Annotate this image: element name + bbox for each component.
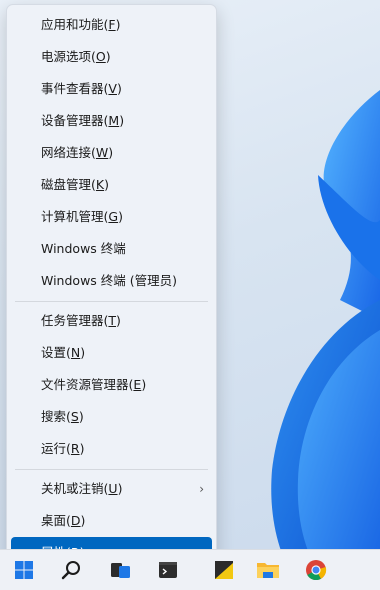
menu-item-accesskey: E xyxy=(133,377,142,392)
menu-item-accesskey: K xyxy=(95,177,105,192)
task-view-icon[interactable] xyxy=(100,550,140,590)
menu-item-label: 文件资源管理器 xyxy=(41,377,129,392)
menu-item-windows-terminal-admin[interactable]: Windows 终端 (管理员) xyxy=(11,265,212,297)
menu-item-event-viewer[interactable]: 事件查看器(V) xyxy=(11,73,212,105)
menu-item-run[interactable]: 运行(R) xyxy=(11,433,212,465)
menu-item-accesskey: N xyxy=(70,345,81,360)
menu-item-accesskey: G xyxy=(108,209,119,224)
menu-item-accesskey: M xyxy=(108,113,120,128)
menu-item-label: Windows 终端 (管理员) xyxy=(41,273,177,288)
menu-item-accesskey: S xyxy=(70,409,79,424)
chrome-icon[interactable] xyxy=(296,550,336,590)
menu-item-shutdown-signout[interactable]: 关机或注销(U) › xyxy=(11,473,212,505)
menu-item-accesskey: W xyxy=(95,145,109,160)
menu-item-label: Windows 终端 xyxy=(41,241,126,256)
menu-item-label: 运行 xyxy=(41,441,67,456)
menu-item-search[interactable]: 搜索(S) xyxy=(11,401,212,433)
menu-item-label: 关机或注销 xyxy=(41,481,104,496)
menu-item-label: 网络连接 xyxy=(41,145,92,160)
menu-item-label: 计算机管理 xyxy=(41,209,104,224)
menu-item-label: 设置 xyxy=(41,345,67,360)
winx-context-menu: 应用和功能(F) 电源选项(O) 事件查看器(V) 设备管理器(M) 网络连接(… xyxy=(6,4,217,569)
chevron-right-icon: › xyxy=(199,482,204,496)
menu-item-device-manager[interactable]: 设备管理器(M) xyxy=(11,105,212,137)
menu-separator xyxy=(15,469,208,470)
menu-separator xyxy=(15,301,208,302)
menu-item-label: 任务管理器 xyxy=(41,313,104,328)
terminal-icon[interactable] xyxy=(148,550,188,590)
menu-item-windows-terminal[interactable]: Windows 终端 xyxy=(11,233,212,265)
menu-item-accesskey: T xyxy=(108,313,117,328)
windows-start-icon[interactable] xyxy=(4,550,44,590)
menu-item-accesskey: V xyxy=(108,81,117,96)
menu-item-label: 电源选项 xyxy=(41,49,92,64)
menu-item-network-connections[interactable]: 网络连接(W) xyxy=(11,137,212,169)
menu-item-settings[interactable]: 设置(N) xyxy=(11,337,212,369)
menu-item-apps-features[interactable]: 应用和功能(F) xyxy=(11,9,212,41)
menu-item-accesskey: F xyxy=(108,17,116,32)
menu-item-file-explorer[interactable]: 文件资源管理器(E) xyxy=(11,369,212,401)
menu-item-label: 事件查看器 xyxy=(41,81,104,96)
menu-item-label: 磁盘管理 xyxy=(41,177,92,192)
menu-item-disk-management[interactable]: 磁盘管理(K) xyxy=(11,169,212,201)
menu-item-accesskey: R xyxy=(70,441,80,456)
menu-item-label: 应用和功能 xyxy=(41,17,104,32)
menu-item-accesskey: O xyxy=(95,49,106,64)
menu-item-computer-management[interactable]: 计算机管理(G) xyxy=(11,201,212,233)
file-explorer-icon[interactable] xyxy=(248,550,288,590)
menu-item-power-options[interactable]: 电源选项(O) xyxy=(11,41,212,73)
menu-item-label: 搜索 xyxy=(41,409,67,424)
search-icon[interactable] xyxy=(52,550,92,590)
menu-item-label: 桌面 xyxy=(41,513,67,528)
taskbar xyxy=(0,549,380,590)
menu-item-label: 设备管理器 xyxy=(41,113,104,128)
sticky-notes-icon[interactable] xyxy=(204,550,244,590)
menu-item-accesskey: D xyxy=(70,513,81,528)
menu-item-accesskey: U xyxy=(108,481,118,496)
menu-item-task-manager[interactable]: 任务管理器(T) xyxy=(11,305,212,337)
menu-item-desktop[interactable]: 桌面(D) xyxy=(11,505,212,537)
